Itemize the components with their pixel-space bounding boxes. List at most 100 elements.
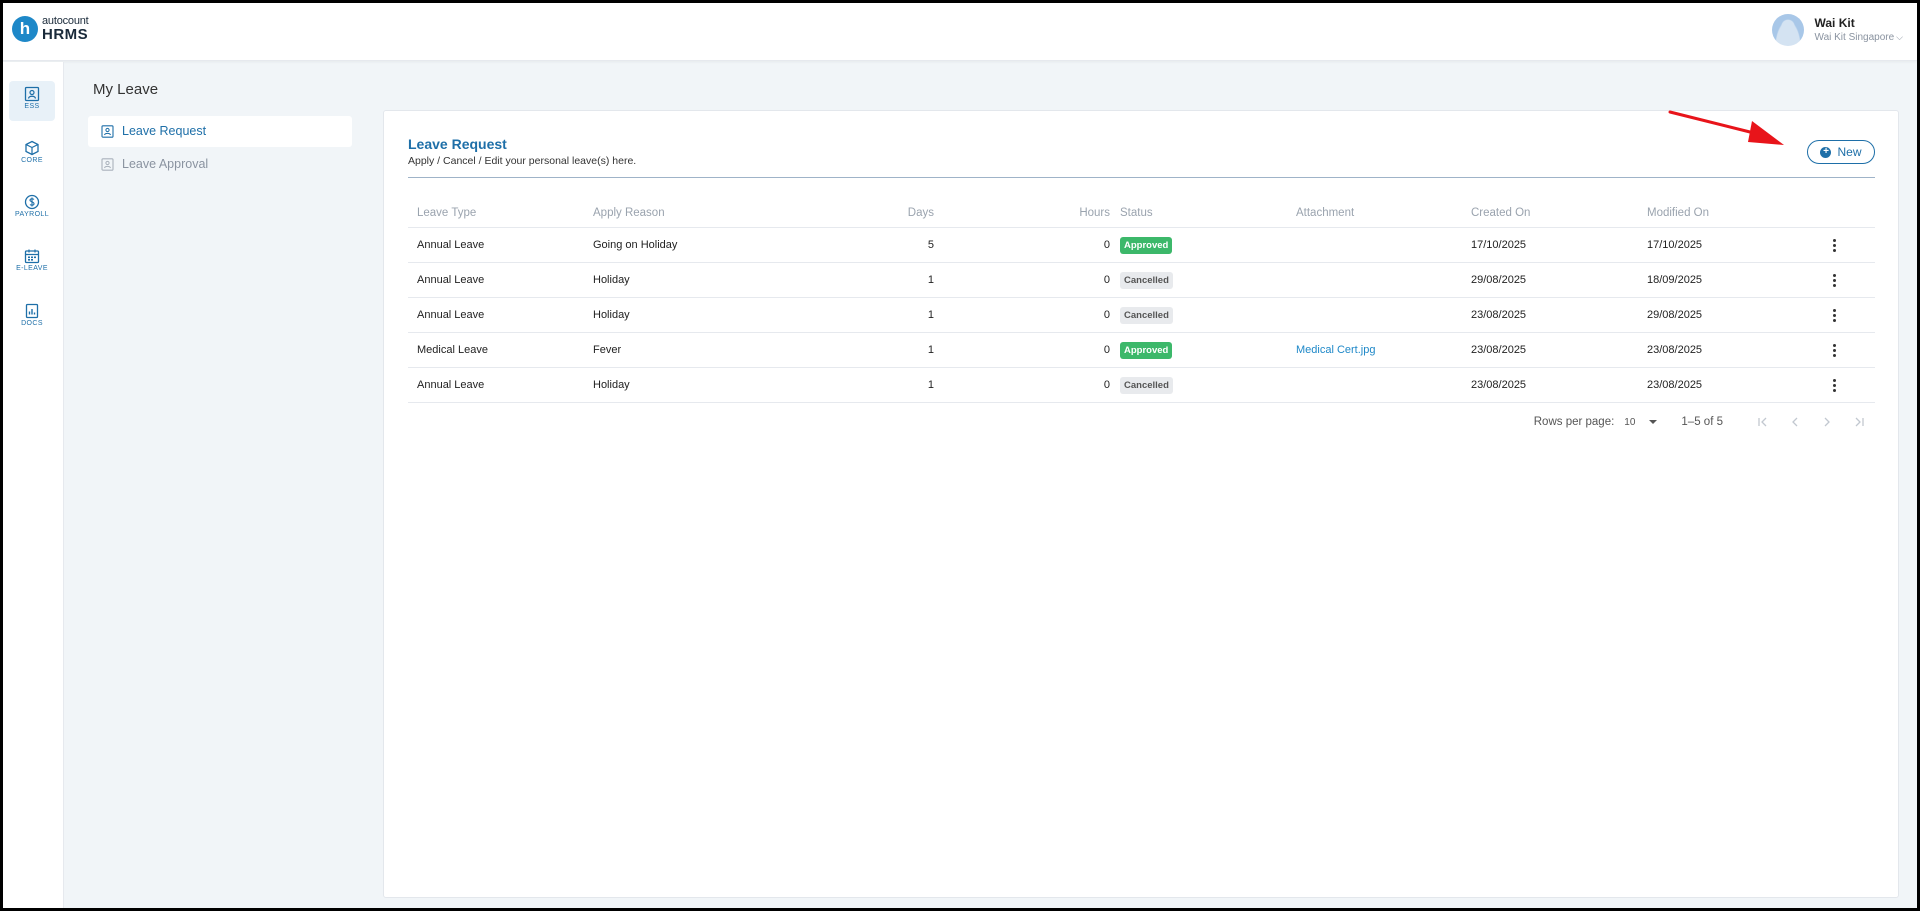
next-page-button[interactable] — [1811, 416, 1843, 428]
calendar-icon — [24, 249, 40, 264]
document-user-icon — [101, 158, 114, 171]
rail-label-ess: ESS — [24, 103, 40, 110]
status-badge: Approved — [1120, 341, 1173, 359]
chevron-down-icon: ⌵ — [1896, 32, 1903, 42]
cell-hours: 0 — [1103, 239, 1110, 251]
caret-down-icon — [1649, 420, 1658, 424]
cell-days: 1 — [927, 379, 934, 391]
rail-item-payroll[interactable]: PAYROLL — [9, 189, 55, 229]
attachment-link[interactable]: Medical Cert.jpg — [1296, 344, 1375, 356]
avatar — [1771, 14, 1804, 46]
leave-request-card: Leave Request Apply / Cancel / Edit your… — [383, 110, 1899, 898]
docs-icon — [25, 303, 39, 319]
logo-mark: h — [12, 16, 38, 42]
cell-created-on: 17/10/2025 — [1471, 239, 1527, 251]
cell-apply-reason: Holiday — [593, 274, 630, 286]
cell-hours: 0 — [1103, 309, 1110, 321]
cell-modified-on: 23/08/2025 — [1647, 344, 1703, 356]
column-header-modified-on[interactable]: Modified On — [1647, 199, 1709, 227]
cell-leave-type: Medical Leave — [417, 344, 488, 356]
cell-apply-reason: Fever — [593, 344, 622, 356]
rail-label-docs: DOCS — [21, 320, 43, 327]
rail-item-core[interactable]: CORE — [9, 135, 55, 175]
chevron-right-icon — [1824, 417, 1830, 427]
column-header-days[interactable]: Days — [808, 199, 934, 227]
cell-days: 1 — [927, 274, 934, 286]
cell-leave-type: Annual Leave — [417, 309, 485, 321]
table-row[interactable]: Medical Leave Fever 1 0 Approved Medical… — [408, 333, 1875, 368]
column-header-apply-reason[interactable]: Apply Reason — [593, 199, 665, 227]
cell-leave-type: Annual Leave — [417, 274, 485, 286]
ess-icon — [24, 86, 40, 102]
leave-table: Leave Type Apply Reason Days Hours Statu… — [408, 199, 1875, 403]
pagination: Rows per page: 10 1–5 of 5 — [1534, 416, 1875, 428]
more-actions-icon[interactable] — [1832, 378, 1836, 392]
page-range: 1–5 of 5 — [1681, 416, 1723, 428]
card-subtitle: Apply / Cancel / Edit your personal leav… — [408, 155, 637, 167]
user-company: Wai Kit Singapore — [1814, 32, 1895, 43]
previous-page-button[interactable] — [1779, 416, 1811, 428]
new-button-label: New — [1837, 145, 1862, 159]
column-header-created-on[interactable]: Created On — [1471, 199, 1530, 227]
cell-modified-on: 23/08/2025 — [1647, 379, 1703, 391]
rail-label-core: CORE — [21, 157, 43, 164]
user-name: Wai Kit — [1814, 16, 1855, 30]
user-menu[interactable]: Wai Kit Wai Kit Singapore ⌵ — [1771, 14, 1903, 46]
cell-apply-reason: Holiday — [593, 309, 630, 321]
cell-created-on: 23/08/2025 — [1471, 379, 1527, 391]
rail-item-ess[interactable]: ESS — [9, 81, 55, 121]
divider — [408, 177, 1875, 178]
table-row[interactable]: Annual Leave Holiday 1 0 Cancelled 23/08… — [408, 298, 1875, 333]
status-badge: Cancelled — [1120, 306, 1173, 324]
logo-product: HRMS — [42, 26, 89, 43]
top-bar: h autocount HRMS Wai Kit Wai Kit Singapo… — [3, 3, 1917, 61]
cell-days: 1 — [927, 344, 934, 356]
cell-leave-type: Annual Leave — [417, 379, 485, 391]
first-page-icon — [1758, 417, 1767, 427]
first-page-button[interactable] — [1747, 416, 1779, 428]
new-leave-button[interactable]: + New — [1807, 140, 1875, 164]
app-window: h autocount HRMS Wai Kit Wai Kit Singapo… — [3, 3, 1917, 908]
column-header-status[interactable]: Status — [1120, 199, 1153, 227]
rail-item-eleave[interactable]: E-LEAVE — [9, 243, 55, 283]
status-badge: Cancelled — [1120, 271, 1173, 289]
cell-hours: 0 — [1103, 274, 1110, 286]
side-item-leave-request[interactable]: Leave Request — [88, 116, 352, 147]
more-actions-icon[interactable] — [1832, 273, 1836, 287]
column-header-hours[interactable]: Hours — [1008, 199, 1110, 227]
more-actions-icon[interactable] — [1832, 308, 1836, 322]
more-actions-icon[interactable] — [1832, 343, 1836, 357]
last-page-button[interactable] — [1843, 416, 1875, 428]
table-row[interactable]: Annual Leave Going on Holiday 5 0 Approv… — [408, 228, 1875, 263]
rows-per-page-select[interactable]: 10 — [1624, 416, 1658, 428]
side-item-label: Leave Request — [122, 124, 207, 138]
table-row[interactable]: Annual Leave Holiday 1 0 Cancelled 23/08… — [408, 368, 1875, 403]
table-row[interactable]: Annual Leave Holiday 1 0 Cancelled 29/08… — [408, 263, 1875, 298]
cell-modified-on: 29/08/2025 — [1647, 309, 1703, 321]
cell-apply-reason: Holiday — [593, 379, 630, 391]
side-item-leave-approval[interactable]: Leave Approval — [88, 149, 352, 180]
cell-created-on: 29/08/2025 — [1471, 274, 1527, 286]
rail-label-eleave: E-LEAVE — [16, 265, 48, 272]
cell-apply-reason: Going on Holiday — [593, 239, 678, 251]
page-title: My Leave — [93, 81, 159, 98]
status-badge: Cancelled — [1120, 376, 1173, 394]
column-header-leave-type[interactable]: Leave Type — [417, 199, 476, 227]
document-user-icon — [101, 125, 114, 138]
cell-created-on: 23/08/2025 — [1471, 309, 1527, 321]
column-header-attachment[interactable]: Attachment — [1296, 199, 1354, 227]
side-item-label: Leave Approval — [122, 157, 209, 171]
side-menu: Leave Request Leave Approval — [88, 116, 352, 182]
cell-days: 1 — [927, 309, 934, 321]
rail-item-docs[interactable]: DOCS — [9, 298, 55, 338]
cell-modified-on: 17/10/2025 — [1647, 239, 1703, 251]
status-badge: Approved — [1120, 236, 1173, 254]
app-logo[interactable]: h autocount HRMS — [12, 16, 89, 42]
cell-modified-on: 18/09/2025 — [1647, 274, 1703, 286]
rows-per-page-value: 10 — [1624, 416, 1636, 428]
cell-created-on: 23/08/2025 — [1471, 344, 1527, 356]
more-actions-icon[interactable] — [1832, 238, 1836, 252]
rail-label-payroll: PAYROLL — [14, 211, 50, 218]
cell-hours: 0 — [1103, 379, 1110, 391]
cell-hours: 0 — [1103, 344, 1110, 356]
